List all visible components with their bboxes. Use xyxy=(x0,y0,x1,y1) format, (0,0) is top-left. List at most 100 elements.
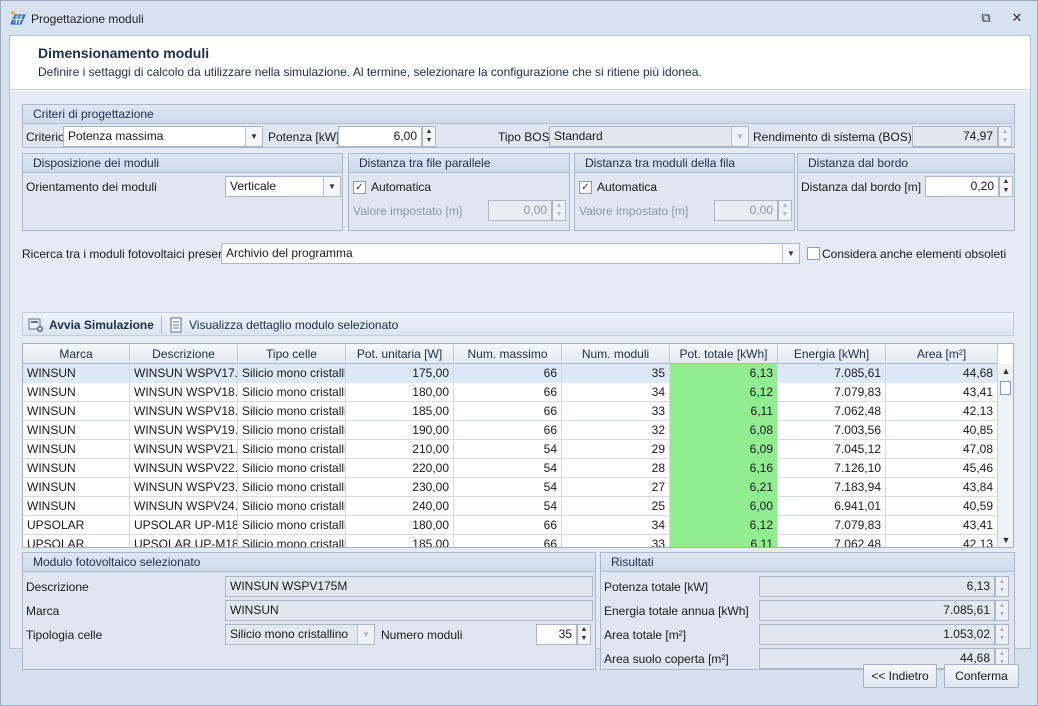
energia-cell[interactable]: 7.062,48 xyxy=(778,402,886,421)
area-cell[interactable]: 40,59 xyxy=(886,497,998,516)
descrizione-cell[interactable]: UPSOLAR UP-M18... xyxy=(130,516,238,535)
pot-totale-cell[interactable]: 6,11 xyxy=(670,402,778,421)
energia-cell[interactable]: 7.183,94 xyxy=(778,478,886,497)
energia-cell[interactable]: 7.045,12 xyxy=(778,440,886,459)
marca-cell[interactable]: WINSUN xyxy=(23,383,130,402)
num-moduli-cell[interactable]: 33 xyxy=(562,535,670,547)
spin-down-icon[interactable]: ▼ xyxy=(779,210,791,219)
indietro-button[interactable]: << Indietro xyxy=(863,664,937,688)
num-moduli-cell[interactable]: 33 xyxy=(562,402,670,421)
chevron-down-icon[interactable]: ▼ xyxy=(323,177,340,196)
spin-down-icon[interactable]: ▼ xyxy=(1000,186,1012,195)
area-cell[interactable]: 47,08 xyxy=(886,440,998,459)
distanza-bordo-spinner[interactable]: ▲ ▼ xyxy=(999,176,1013,197)
num-moduli-cell[interactable]: 29 xyxy=(562,440,670,459)
valore-file-spinner[interactable]: ▲ ▼ xyxy=(552,200,566,221)
energia-cell[interactable]: 7.085,61 xyxy=(778,364,886,383)
criterio-select[interactable]: Potenza massima ▼ xyxy=(63,126,263,147)
num-moduli-cell[interactable]: 27 xyxy=(562,478,670,497)
scroll-up-icon[interactable]: ▲ xyxy=(998,364,1013,378)
area-cell[interactable]: 43,41 xyxy=(886,516,998,535)
area-cell[interactable]: 45,46 xyxy=(886,459,998,478)
num-massimo-cell[interactable]: 54 xyxy=(454,497,562,516)
pot-totale-cell[interactable]: 6,16 xyxy=(670,459,778,478)
potenza-spinner[interactable]: ▲ ▼ xyxy=(422,126,436,147)
obsoleti-checkbox[interactable] xyxy=(807,247,820,260)
pot-unitaria-cell[interactable]: 180,00 xyxy=(346,383,454,402)
descrizione-cell[interactable]: WINSUN WSPV19... xyxy=(130,421,238,440)
area-cell[interactable]: 42,13 xyxy=(886,535,998,547)
pot-unitaria-cell[interactable]: 230,00 xyxy=(346,478,454,497)
spin-down-icon[interactable]: ▼ xyxy=(578,634,590,643)
chevron-down-icon[interactable]: ▼ xyxy=(782,244,799,263)
tipo-celle-cell[interactable]: Silicio mono cristalli... xyxy=(238,402,346,421)
pot-unitaria-cell[interactable]: 185,00 xyxy=(346,535,454,547)
marca-cell[interactable]: WINSUN xyxy=(23,402,130,421)
pot-totale-cell[interactable]: 6,21 xyxy=(670,478,778,497)
orientamento-select[interactable]: Verticale ▼ xyxy=(225,176,341,197)
modules-grid[interactable]: Marca Descrizione Tipo celle Pot. unitar… xyxy=(22,343,1014,548)
marca-cell[interactable]: WINSUN xyxy=(23,440,130,459)
spin-up-icon[interactable]: ▲ xyxy=(553,201,565,210)
marca-cell[interactable]: WINSUN xyxy=(23,478,130,497)
marca-cell[interactable]: WINSUN xyxy=(23,459,130,478)
col-header[interactable]: Pot. unitaria [W] xyxy=(346,344,454,364)
marca-cell[interactable]: WINSUN xyxy=(23,497,130,516)
pot-totale-cell[interactable]: 6,13 xyxy=(670,364,778,383)
spin-up-icon[interactable]: ▲ xyxy=(779,201,791,210)
pot-unitaria-cell[interactable]: 175,00 xyxy=(346,364,454,383)
pot-unitaria-cell[interactable]: 210,00 xyxy=(346,440,454,459)
tipologia-select[interactable]: Silicio mono cristallino ▼ xyxy=(225,624,375,645)
col-header[interactable]: Energia [kWh] xyxy=(778,344,886,364)
close-button[interactable]: ✕ xyxy=(1008,9,1026,27)
tipo-celle-cell[interactable]: Silicio mono cristalli... xyxy=(238,497,346,516)
descrizione-cell[interactable]: WINSUN WSPV18... xyxy=(130,383,238,402)
energia-cell[interactable]: 7.126,10 xyxy=(778,459,886,478)
pot-totale-cell[interactable]: 6,09 xyxy=(670,440,778,459)
spin-up-icon[interactable]: ▲ xyxy=(1000,177,1012,186)
area-cell[interactable]: 40,85 xyxy=(886,421,998,440)
marca-cell[interactable]: WINSUN xyxy=(23,364,130,383)
area-cell[interactable]: 43,41 xyxy=(886,383,998,402)
marca-cell[interactable]: UPSOLAR xyxy=(23,516,130,535)
descrizione-cell[interactable]: WINSUN WSPV22... xyxy=(130,459,238,478)
tipo-celle-cell[interactable]: Silicio mono cristalli... xyxy=(238,535,346,547)
chevron-down-icon[interactable]: ▼ xyxy=(245,127,262,146)
table-row[interactable]: UPSOLAR UPSOLAR UP-M18... Silicio mono cri… xyxy=(23,516,998,535)
grid-scrollbar[interactable]: ▲ ▼ xyxy=(997,364,1013,547)
distanza-bordo-input[interactable]: 0,20 xyxy=(925,176,999,197)
area-cell[interactable]: 43,84 xyxy=(886,478,998,497)
pot-unitaria-cell[interactable]: 180,00 xyxy=(346,516,454,535)
col-header[interactable]: Num. massimo xyxy=(454,344,562,364)
descrizione-cell[interactable]: WINSUN WSPV21... xyxy=(130,440,238,459)
num-massimo-cell[interactable]: 66 xyxy=(454,402,562,421)
numero-moduli-spinner[interactable]: ▲ ▼ xyxy=(577,624,591,645)
num-massimo-cell[interactable]: 66 xyxy=(454,383,562,402)
tipo-bos-select[interactable]: Standard ▼ xyxy=(549,126,749,147)
table-row[interactable]: WINSUN WINSUN WSPV19... Silicio mono crist… xyxy=(23,421,998,440)
valore-moduli-input[interactable]: 0,00 xyxy=(714,200,778,221)
pot-unitaria-cell[interactable]: 190,00 xyxy=(346,421,454,440)
marca-cell[interactable]: UPSOLAR xyxy=(23,535,130,547)
num-massimo-cell[interactable]: 66 xyxy=(454,535,562,547)
num-massimo-cell[interactable]: 54 xyxy=(454,478,562,497)
pot-totale-cell[interactable]: 6,00 xyxy=(670,497,778,516)
conferma-button[interactable]: Conferma xyxy=(944,664,1019,688)
pot-unitaria-cell[interactable]: 240,00 xyxy=(346,497,454,516)
numero-moduli-input[interactable]: 35 xyxy=(536,624,577,645)
automatica-moduli-checkbox[interactable]: ✓ xyxy=(579,181,592,194)
scroll-thumb[interactable] xyxy=(1000,381,1011,395)
tipo-celle-cell[interactable]: Silicio mono cristalli... xyxy=(238,383,346,402)
pot-totale-cell[interactable]: 6,08 xyxy=(670,421,778,440)
potenza-input[interactable]: 6,00 xyxy=(338,126,422,147)
tipo-celle-cell[interactable]: Silicio mono cristalli... xyxy=(238,421,346,440)
tipo-celle-cell[interactable]: Silicio mono cristalli... xyxy=(238,478,346,497)
descrizione-cell[interactable]: WINSUN WSPV24... xyxy=(130,497,238,516)
spin-down-icon[interactable]: ▼ xyxy=(553,210,565,219)
pot-totale-cell[interactable]: 6,11 xyxy=(670,535,778,547)
num-moduli-cell[interactable]: 34 xyxy=(562,383,670,402)
avvia-simulazione-button[interactable]: Avvia Simulazione xyxy=(29,316,154,334)
valore-file-input[interactable]: 0,00 xyxy=(488,200,552,221)
descrizione-cell[interactable]: WINSUN WSPV23... xyxy=(130,478,238,497)
tipo-celle-cell[interactable]: Silicio mono cristalli... xyxy=(238,440,346,459)
